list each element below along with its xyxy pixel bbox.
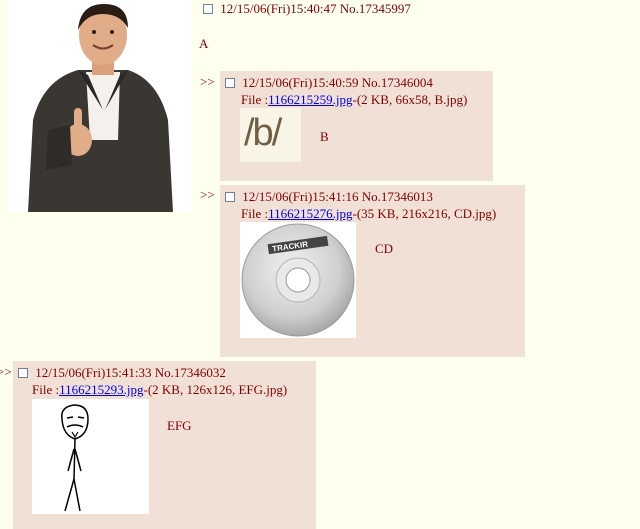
- op-number[interactable]: No.17345997: [340, 1, 411, 16]
- stick-figure-mask-icon: [32, 399, 149, 514]
- reply-header: 12/15/06(Fri)15:40:59 No.17346004: [225, 75, 433, 91]
- reply-checkbox[interactable]: [225, 78, 235, 88]
- reply-comment: EFG: [167, 418, 192, 433]
- reply-thumbnail[interactable]: TRACKIR: [240, 222, 356, 338]
- reply-post: 12/15/06(Fri)15:40:59 No.17346004 File :…: [220, 71, 493, 181]
- file-details: -(2 KB, 66x58, B.jpg): [352, 92, 468, 107]
- reply-arrows: >>: [0, 364, 12, 379]
- reply-header: 12/15/06(Fri)15:41:16 No.17346013: [225, 189, 433, 205]
- op-comment: A: [199, 36, 209, 51]
- file-link[interactable]: 1166215293.jpg: [59, 382, 143, 397]
- reply-comment: CD: [375, 241, 394, 256]
- reply-datetime: 12/15/06(Fri)15:41:33: [35, 365, 152, 380]
- reply-post: 12/15/06(Fri)15:41:16 No.17346013 File :…: [220, 185, 525, 357]
- reply-arrows: >>: [200, 187, 215, 202]
- reply-thumbnail[interactable]: /b/: [240, 108, 301, 162]
- file-label: File :: [241, 92, 269, 107]
- man-thumbs-up-icon: [8, 0, 191, 212]
- reply-arrows: >>: [200, 74, 215, 89]
- file-label: File :: [241, 206, 269, 221]
- reply-checkbox[interactable]: [18, 368, 28, 378]
- op-datetime: 12/15/06(Fri)15:40:47: [220, 1, 337, 16]
- file-link[interactable]: 1166215276.jpg: [268, 206, 352, 221]
- file-label: File :: [32, 382, 60, 397]
- cd-disc-icon: TRACKIR: [241, 223, 355, 337]
- reply-datetime: 12/15/06(Fri)15:41:16: [242, 189, 359, 204]
- b-thumbnail-text: /b/: [244, 112, 282, 154]
- file-details: -(35 KB, 216x216, CD.jpg): [352, 206, 497, 221]
- op-image[interactable]: [8, 0, 191, 212]
- file-details: -(2 KB, 126x126, EFG.jpg): [143, 382, 288, 397]
- reply-datetime: 12/15/06(Fri)15:40:59: [242, 75, 359, 90]
- reply-header: 12/15/06(Fri)15:41:33 No.17346032: [18, 365, 226, 381]
- op-header: 12/15/06(Fri)15:40:47 No.17345997: [203, 1, 411, 17]
- file-info-line: File :1166215293.jpg-(2 KB, 126x126, EFG…: [32, 382, 287, 398]
- op-checkbox[interactable]: [203, 4, 213, 14]
- reply-number[interactable]: No.17346004: [362, 75, 433, 90]
- file-link[interactable]: 1166215259.jpg: [268, 92, 352, 107]
- file-info-line: File :1166215276.jpg-(35 KB, 216x216, CD…: [241, 206, 496, 222]
- reply-thumbnail[interactable]: [32, 399, 149, 514]
- file-info-line: File :1166215259.jpg-(2 KB, 66x58, B.jpg…: [241, 92, 467, 108]
- reply-number[interactable]: No.17346032: [155, 365, 226, 380]
- reply-comment: B: [320, 129, 329, 144]
- reply-number[interactable]: No.17346013: [362, 189, 433, 204]
- reply-checkbox[interactable]: [225, 192, 235, 202]
- reply-post: 12/15/06(Fri)15:41:33 No.17346032 File :…: [13, 361, 316, 529]
